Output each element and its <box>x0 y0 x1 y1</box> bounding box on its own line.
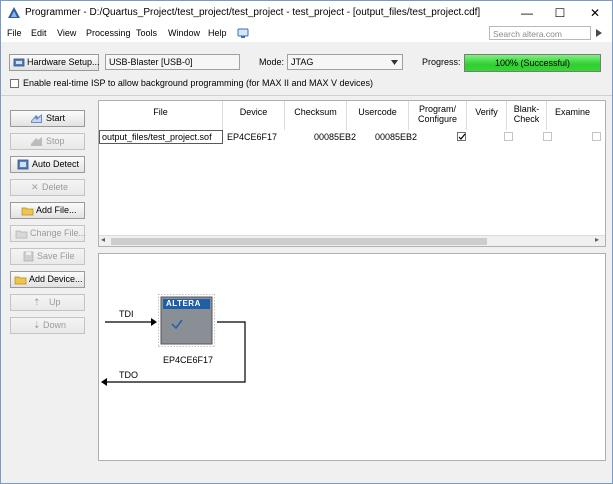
menu-processing[interactable]: Processing <box>86 28 131 38</box>
delete-icon: ✕ <box>31 182 39 192</box>
save-file-button[interactable]: Save File <box>10 248 85 265</box>
checkmark-icon <box>458 133 466 140</box>
stop-icon <box>31 137 42 146</box>
stop-label: Stop <box>46 136 65 146</box>
altera-logo: ALTERA <box>166 299 201 308</box>
arrow-up-icon: ⇡ <box>33 297 41 307</box>
add-device-icon <box>14 276 27 285</box>
stop-button[interactable]: Stop <box>10 133 85 150</box>
save-file-label: Save File <box>37 251 75 261</box>
mode-value: JTAG <box>291 57 314 67</box>
menu-window[interactable]: Window <box>168 28 200 38</box>
progress-label: Progress: <box>422 57 461 67</box>
auto-detect-button[interactable]: Auto Detect <box>10 156 85 173</box>
isp-checkbox[interactable] <box>10 79 19 88</box>
device-label: EP4CE6F17 <box>163 355 214 365</box>
progress-bar: 100% (Successful) <box>464 54 601 72</box>
column-header-usercode[interactable]: Usercode <box>347 101 409 130</box>
folder-icon <box>21 207 34 216</box>
scrollbar-thumb[interactable] <box>111 238 487 245</box>
column-header-file[interactable]: File <box>99 101 223 130</box>
start-button[interactable]: Start <box>10 110 85 127</box>
menu-view[interactable]: View <box>57 28 76 38</box>
cell-checksum: 00085EB2 <box>314 132 357 142</box>
add-file-button[interactable]: Add File... <box>10 202 85 219</box>
hardware-setup-label: Hardware Setup... <box>27 57 100 67</box>
tdi-label: TDI <box>119 309 134 319</box>
change-file-label: Change File... <box>30 228 87 238</box>
action-sidebar: Start Stop Auto Detect ✕ Delete Add File… <box>1 97 97 483</box>
hardware-field: USB-Blaster [USB-0] <box>105 54 240 70</box>
menu-file[interactable]: File <box>7 28 22 38</box>
down-label: Down <box>43 320 67 330</box>
cell-file[interactable]: output_files/test_project.sof <box>99 130 223 144</box>
window-title: Programmer - D:/Quartus_Project/test_pro… <box>25 7 481 18</box>
delete-label: Delete <box>42 182 69 192</box>
verify-checkbox[interactable] <box>504 132 513 141</box>
auto-detect-icon <box>17 159 29 170</box>
close-button[interactable]: ✕ <box>578 1 612 25</box>
horizontal-scrollbar[interactable]: ◂ ▸ <box>99 235 605 246</box>
column-header-checksum[interactable]: Checksum <box>285 101 347 130</box>
jtag-chain-view: TDI TDO ALTERA EP4CE6F17 <box>98 253 606 461</box>
add-file-label: Add File... <box>36 205 77 215</box>
scroll-right-icon[interactable]: ▸ <box>595 235 599 244</box>
up-label: Up <box>49 297 61 307</box>
start-icon <box>31 114 42 123</box>
cell-usercode: 00085EB2 <box>375 132 418 142</box>
program-checkbox[interactable] <box>457 132 466 141</box>
scroll-left-icon[interactable]: ◂ <box>101 235 105 244</box>
column-header-examine[interactable]: Examine <box>547 101 605 130</box>
device-table: File Device Checksum Usercode Program/ C… <box>98 100 606 247</box>
delete-button[interactable]: ✕ Delete <box>10 179 85 196</box>
programmer-window: Programmer - D:/Quartus_Project/test_pro… <box>0 0 613 484</box>
column-header-blank-check[interactable]: Blank- Check <box>507 101 547 130</box>
menu-tools[interactable]: Tools <box>136 28 157 38</box>
minimize-button[interactable]: — <box>510 1 544 25</box>
arrow-down-icon: ⇣ <box>33 320 41 330</box>
change-file-icon <box>15 230 28 239</box>
menu-edit[interactable]: Edit <box>31 28 47 38</box>
column-header-verify[interactable]: Verify <box>467 101 507 130</box>
column-header-device[interactable]: Device <box>223 101 285 130</box>
quartus-app-icon <box>8 7 20 18</box>
chevron-down-icon <box>391 60 398 65</box>
start-label: Start <box>46 113 66 123</box>
change-file-button[interactable]: Change File... <box>10 225 87 242</box>
save-icon <box>23 251 34 262</box>
status-bar <box>1 463 612 483</box>
down-button[interactable]: ⇣ Down <box>10 317 85 334</box>
tdo-label: TDO <box>119 370 138 380</box>
blank-check-checkbox[interactable] <box>543 132 552 141</box>
examine-checkbox[interactable] <box>592 132 601 141</box>
search-go-icon[interactable] <box>593 26 605 40</box>
add-device-button[interactable]: Add Device... <box>10 271 85 288</box>
add-device-label: Add Device... <box>29 274 83 284</box>
mode-label: Mode: <box>259 57 285 67</box>
column-header-program[interactable]: Program/ Configure <box>409 101 467 130</box>
hardware-setup-button[interactable]: Hardware Setup... <box>9 54 100 71</box>
device-chip[interactable]: ALTERA <box>158 294 215 347</box>
mode-select[interactable]: JTAG <box>287 54 403 70</box>
search-input[interactable]: Search altera.com <box>489 26 591 40</box>
hardware-icon <box>13 58 25 67</box>
up-button[interactable]: ⇡ Up <box>10 294 85 311</box>
help-topic-icon[interactable] <box>237 27 249 39</box>
isp-label: Enable real-time ISP to allow background… <box>23 78 373 88</box>
menu-help[interactable]: Help <box>208 28 227 38</box>
cell-device: EP4CE6F17 <box>227 132 278 142</box>
title-bar: Programmer - D:/Quartus_Project/test_pro… <box>1 1 612 25</box>
maximize-button[interactable]: ☐ <box>543 1 577 25</box>
auto-detect-label: Auto Detect <box>32 159 80 169</box>
